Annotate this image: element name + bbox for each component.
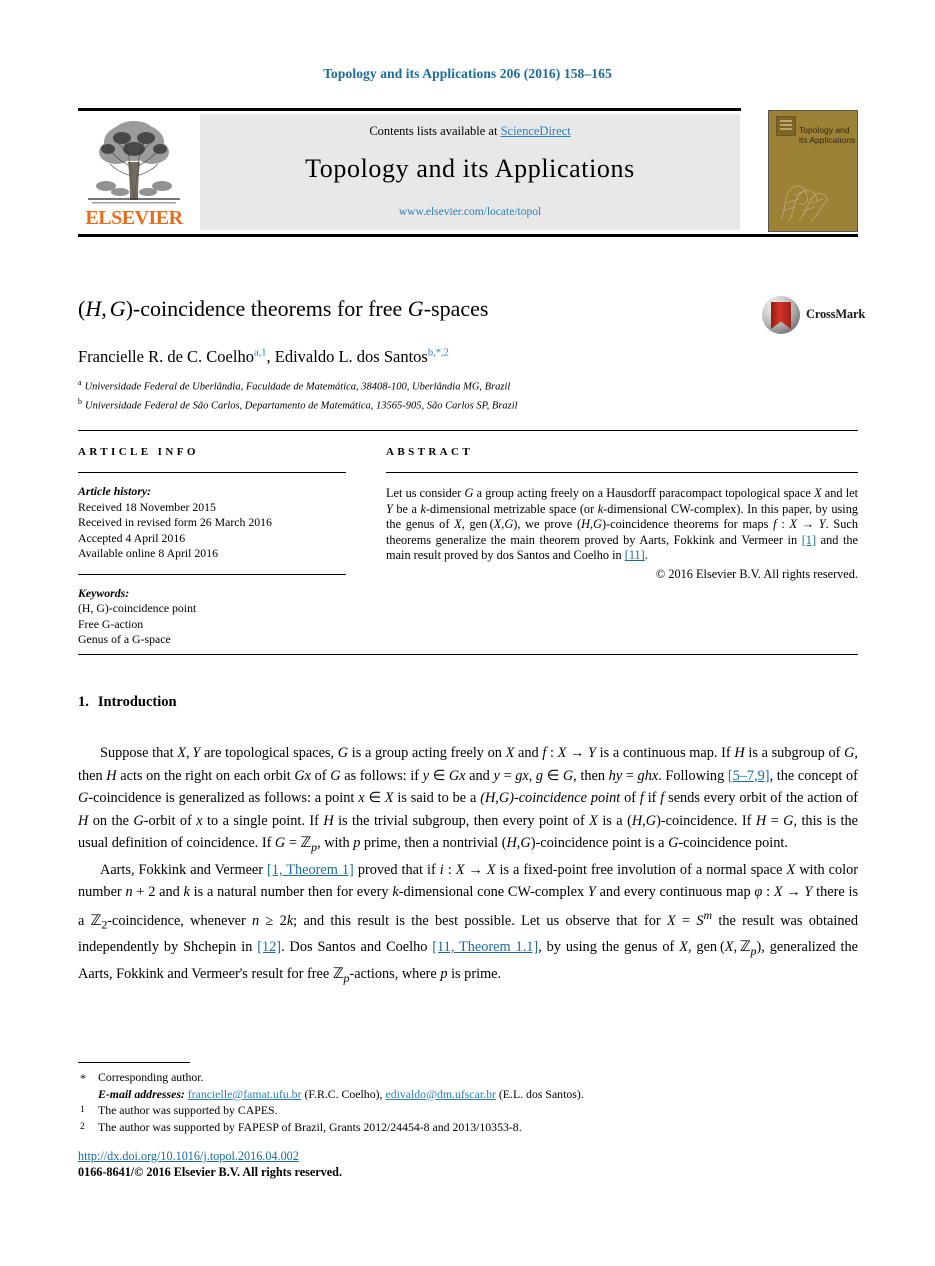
article-info-heading: ARTICLE INFO bbox=[78, 446, 199, 458]
footnote-2-text: The author was supported by FAPESP of Br… bbox=[98, 1119, 522, 1134]
running-head: Topology and its Applications 206 (2016)… bbox=[323, 66, 612, 81]
abstract-text: Let us consider G a group acting freely … bbox=[386, 486, 858, 563]
keyword-item: Free G-action bbox=[78, 616, 144, 631]
keywords-label: Keywords: bbox=[78, 585, 130, 600]
elsevier-wordmark: ELSEVIER bbox=[85, 207, 183, 229]
abstract-heading: ABSTRACT bbox=[386, 446, 474, 458]
footnote-emails: E-mail addresses: francielle@famat.ufu.b… bbox=[78, 1086, 858, 1103]
crossmark-label: CrossMark bbox=[806, 307, 866, 321]
author-1-affiliation-marks[interactable]: a,1 bbox=[254, 348, 267, 359]
paragraph-1: Suppose that X, Y are topological spaces… bbox=[78, 745, 858, 855]
author-list: Francielle R. de C. Coelhoa,1, Edivaldo … bbox=[78, 347, 449, 366]
paper-page: Topology and its Applications 206 (2016)… bbox=[0, 0, 935, 1266]
journal-title: Topology and its Applications bbox=[305, 154, 635, 183]
citation-link-1-theorem[interactable]: [1, Theorem 1] bbox=[267, 862, 354, 878]
history-item: Received in revised form 26 March 2016 bbox=[78, 515, 272, 529]
elsevier-tree-icon bbox=[88, 121, 180, 204]
journal-url-link[interactable]: www.elsevier.com/locate/topol bbox=[200, 206, 740, 218]
body-top-rule bbox=[78, 654, 858, 655]
email-owner-1: (F.R.C. Coelho), bbox=[304, 1086, 383, 1101]
affiliation-a-marker: a bbox=[78, 378, 82, 387]
affiliation-b: b Universidade Federal de São Carlos, Dep… bbox=[78, 395, 778, 414]
author-name-2: Edivaldo L. dos Santos bbox=[274, 347, 428, 366]
keywords-rule bbox=[78, 573, 346, 575]
page-footer: http://dx.doi.org/10.1016/j.topol.2016.0… bbox=[78, 1148, 342, 1180]
abstract-rule bbox=[386, 472, 858, 473]
crossmark-circle-icon bbox=[762, 296, 800, 334]
footnote-marker-star: * bbox=[80, 1071, 86, 1085]
history-item: Received 18 November 2015 bbox=[78, 499, 216, 514]
author-name-1: Francielle R. de C. Coelho bbox=[78, 347, 254, 366]
cover-title-text: Topology and its Applications bbox=[799, 125, 856, 145]
article-history-label: Article history: bbox=[78, 484, 152, 498]
contents-prefix: Contents lists available at bbox=[369, 124, 501, 138]
footnote-corresponding-author: * Corresponding author. bbox=[78, 1069, 858, 1086]
masthead-top-rule bbox=[78, 108, 741, 111]
footnote-marker-1: 1 bbox=[80, 1105, 85, 1115]
masthead-center-panel: Contents lists available at ScienceDirec… bbox=[200, 114, 740, 230]
citation-link-11[interactable]: [11] bbox=[625, 548, 645, 562]
doi-link[interactable]: http://dx.doi.org/10.1016/j.topol.2016.0… bbox=[78, 1149, 299, 1163]
citation-link-11-theorem[interactable]: [11, Theorem 1.1] bbox=[432, 939, 538, 955]
cover-scribble-art bbox=[780, 185, 828, 222]
article-history-block: Article history: Received 18 November 20… bbox=[78, 484, 346, 562]
footnote-1-text: The author was supported by CAPES. bbox=[98, 1103, 278, 1117]
article-info-column: ARTICLE INFO Article history: Received 1… bbox=[78, 446, 346, 648]
citation-link-12[interactable]: [12] bbox=[257, 939, 281, 955]
footnote-separator-rule bbox=[78, 1062, 190, 1064]
affiliation-list: a Universidade Federal de Uberlândia, Fac… bbox=[78, 376, 778, 413]
footnote-block: * Corresponding author. E-mail addresses:… bbox=[78, 1069, 858, 1135]
info-top-rule bbox=[78, 430, 858, 431]
section-heading-introduction: 1. Introduction bbox=[78, 694, 177, 711]
crossmark-badge[interactable]: CrossMark bbox=[762, 296, 866, 336]
citation-link-1[interactable]: [1] bbox=[802, 533, 816, 547]
keywords-block: Keywords: (H, G)-coincidence point Free … bbox=[78, 586, 346, 648]
issn-copyright-line: 0166-8641/© 2016 Elsevier B.V. All right… bbox=[78, 1165, 343, 1179]
masthead-bottom-rule bbox=[78, 234, 858, 237]
journal-masthead: ELSEVIER Contents lists available at Sci… bbox=[78, 108, 858, 237]
email-link-2[interactable]: edivaldo@dm.ufscar.br bbox=[385, 1087, 495, 1101]
citation-link-5-7-9[interactable]: [5–7,9] bbox=[728, 768, 770, 784]
page-title: (H, G)-coincidence theorems for free G-sp… bbox=[78, 296, 489, 321]
paragraph-2: Aarts, Fokkink and Vermeer [1, Theorem 1… bbox=[78, 861, 859, 985]
email-addresses-label: E-mail addresses: bbox=[98, 1086, 185, 1101]
introduction-body: Suppose that X, Y are topological spaces… bbox=[78, 742, 858, 989]
crossmark-bookmark-icon bbox=[771, 302, 791, 329]
keyword-item: (H, G)-coincidence point bbox=[78, 601, 197, 615]
sciencedirect-link[interactable]: ScienceDirect bbox=[501, 124, 571, 138]
article-info-rule bbox=[78, 472, 346, 473]
history-item: Accepted 4 April 2016 bbox=[78, 530, 186, 545]
journal-cover-thumbnail: Topology and its Applications bbox=[768, 110, 858, 232]
section-label: Introduction bbox=[97, 694, 177, 710]
affiliation-b-marker: b bbox=[78, 396, 82, 406]
abstract-column: ABSTRACT Let us consider G a group actin… bbox=[386, 446, 858, 582]
history-item: Available online 8 April 2016 bbox=[78, 546, 219, 560]
contents-line: Contents lists available at ScienceDirec… bbox=[200, 124, 740, 139]
affiliation-a-text: Universidade Federal de Uberlândia, Facu… bbox=[84, 381, 511, 393]
email-owner-2: (E.L. dos Santos). bbox=[498, 1086, 584, 1101]
abstract-copyright: © 2016 Elsevier B.V. All rights reserved… bbox=[655, 566, 858, 581]
email-link-1[interactable]: francielle@famat.ufu.br bbox=[188, 1087, 302, 1101]
author-2-affiliation-marks[interactable]: b,*,2 bbox=[428, 348, 449, 359]
footnote-1: 1 The author was supported by CAPES. bbox=[78, 1102, 858, 1119]
elsevier-logo: ELSEVIER bbox=[80, 114, 188, 230]
cover-elsevier-mark-icon bbox=[776, 116, 796, 136]
footnote-2: 2 The author was supported by FAPESP of B… bbox=[78, 1119, 858, 1136]
affiliation-a: a Universidade Federal de Uberlândia, Fac… bbox=[78, 376, 778, 395]
footnote-corresponding-text: Corresponding author. bbox=[98, 1070, 204, 1084]
keyword-item: Genus of a G-space bbox=[78, 632, 171, 646]
section-number: 1. bbox=[78, 694, 89, 710]
footnote-marker-2: 2 bbox=[80, 1121, 85, 1132]
affiliation-b-text: Universidade Federal de São Carlos, Depa… bbox=[85, 400, 518, 411]
